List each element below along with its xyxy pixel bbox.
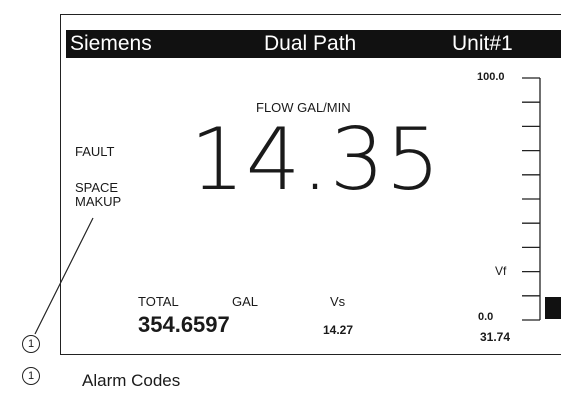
callout-marker: 1	[22, 335, 40, 353]
callout-leader-line	[34, 217, 94, 335]
legend-number: 1	[27, 370, 35, 382]
bar-level-indicator	[545, 297, 561, 319]
scale-max-label: 100.0	[477, 71, 505, 83]
bar-scale-ticks	[522, 77, 540, 321]
legend-alarm-codes: Alarm Codes	[82, 371, 181, 390]
legend-marker: 1	[22, 367, 40, 385]
callout-number: 1	[27, 338, 35, 350]
scale-min-label: 0.0	[478, 311, 494, 323]
scale-reading-value: 31.74	[480, 330, 511, 344]
scale-vf-label: Vf	[495, 264, 507, 278]
scale-and-callout-graphics	[34, 77, 541, 335]
